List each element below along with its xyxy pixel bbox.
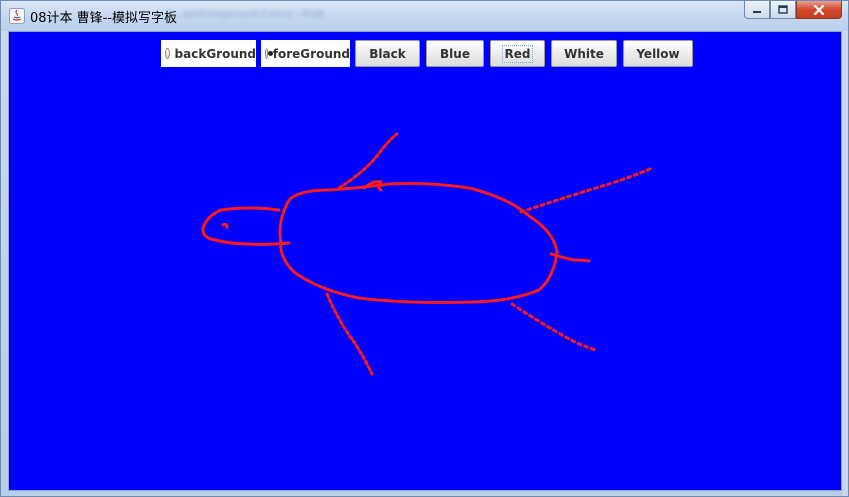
drawing-canvas[interactable]	[9, 32, 841, 490]
foreground-radio-indicator[interactable]	[265, 48, 273, 59]
background-radio-indicator[interactable]	[165, 48, 170, 59]
background-radio-label: backGround	[174, 46, 256, 61]
turtle-drawing	[201, 132, 654, 376]
color-toolbar: backGround foreGround Black Blue Red Whi…	[9, 35, 841, 67]
black-button-label: Black	[369, 46, 406, 61]
window-title: 08计本 曹锋--模拟写字板	[30, 11, 178, 26]
foreground-radio-label: foreGround	[272, 46, 350, 61]
background-radio[interactable]: backGround	[161, 40, 256, 67]
maximize-icon	[778, 5, 788, 14]
turtle-flipper-lower-left	[325, 292, 374, 376]
minimize-icon	[753, 10, 761, 13]
app-window: 08计本 曹锋--模拟写字板 (...ain/Foreground:Colors…	[0, 0, 849, 497]
turtle-head	[201, 206, 291, 246]
turtle-flipper-upper-left	[337, 132, 399, 190]
window-controls	[744, 1, 842, 21]
turtle-shell	[278, 182, 559, 304]
foreground-radio[interactable]: foreGround	[261, 40, 350, 67]
blue-button[interactable]: Blue	[426, 40, 484, 67]
minimize-button[interactable]	[744, 1, 770, 19]
java-app-icon	[9, 8, 25, 24]
yellow-button[interactable]: Yellow	[623, 40, 693, 67]
yellow-button-label: Yellow	[636, 46, 680, 61]
turtle-flipper-lower-right	[510, 302, 598, 352]
red-button[interactable]: Red	[490, 40, 545, 67]
white-button-label: White	[564, 46, 604, 61]
turtle-eye	[221, 222, 229, 229]
black-button[interactable]: Black	[355, 40, 420, 67]
close-icon	[813, 4, 825, 15]
window-right-border	[842, 31, 848, 496]
drawing-panel[interactable]: backGround foreGround Black Blue Red Whi…	[8, 31, 842, 491]
white-button[interactable]: White	[551, 40, 617, 67]
maximize-button[interactable]	[770, 1, 796, 19]
close-button[interactable]	[796, 1, 842, 19]
window-title-blurred-path: (...ain/Foreground:Colors - RGB	[169, 9, 325, 20]
red-button-label: Red	[501, 44, 534, 63]
turtle-flipper-upper-right	[519, 166, 654, 214]
title-bar[interactable]: 08计本 曹锋--模拟写字板 (...ain/Foreground:Colors…	[1, 1, 848, 31]
blue-button-label: Blue	[440, 46, 470, 61]
